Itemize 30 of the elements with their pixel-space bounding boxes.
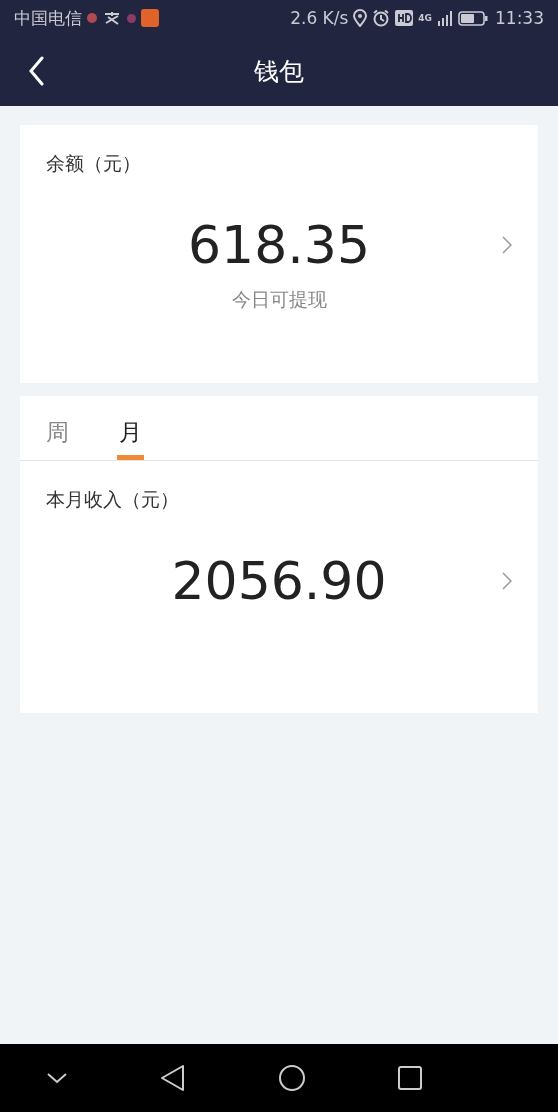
back-icon[interactable] <box>160 1064 186 1092</box>
page-title: 钱包 <box>254 55 304 88</box>
clock-time: 11:33 <box>495 8 544 28</box>
home-icon[interactable] <box>278 1064 306 1092</box>
app-icon <box>141 9 159 27</box>
back-icon[interactable] <box>28 56 44 86</box>
location-icon <box>353 9 368 27</box>
carrier-name: 中国电信 <box>14 6 82 30</box>
period-tab[interactable]: 周 <box>44 396 71 460</box>
battery-icon <box>458 10 488 26</box>
withdrawable-note: 今日可提现 <box>231 287 327 312</box>
notification-icon <box>127 13 136 23</box>
chevron-right-icon <box>502 572 512 590</box>
income-amount: 2056.90 <box>171 551 387 611</box>
balance-card[interactable]: 余额（元） 618.35 今日可提现 <box>20 125 538 383</box>
chevron-down-icon[interactable] <box>46 1072 68 1084</box>
alarm-icon <box>372 9 391 27</box>
recent-apps-icon[interactable] <box>398 1066 422 1090</box>
income-label: 本月收入（元） <box>46 487 180 512</box>
network-type: 4G <box>418 13 432 23</box>
signal-icon <box>437 10 453 26</box>
network-speed: 2.6 K/s <box>290 8 349 28</box>
income-row[interactable]: 本月收入（元） 2056.90 <box>20 461 538 713</box>
notification-icon <box>87 13 97 23</box>
period-tab[interactable]: 月 <box>117 396 144 460</box>
balance-label: 余额（元） <box>46 151 142 176</box>
balance-amount: 618.35 <box>188 215 370 275</box>
notification-icon <box>102 11 122 25</box>
chevron-right-icon <box>502 236 512 254</box>
hd-icon <box>395 10 414 26</box>
